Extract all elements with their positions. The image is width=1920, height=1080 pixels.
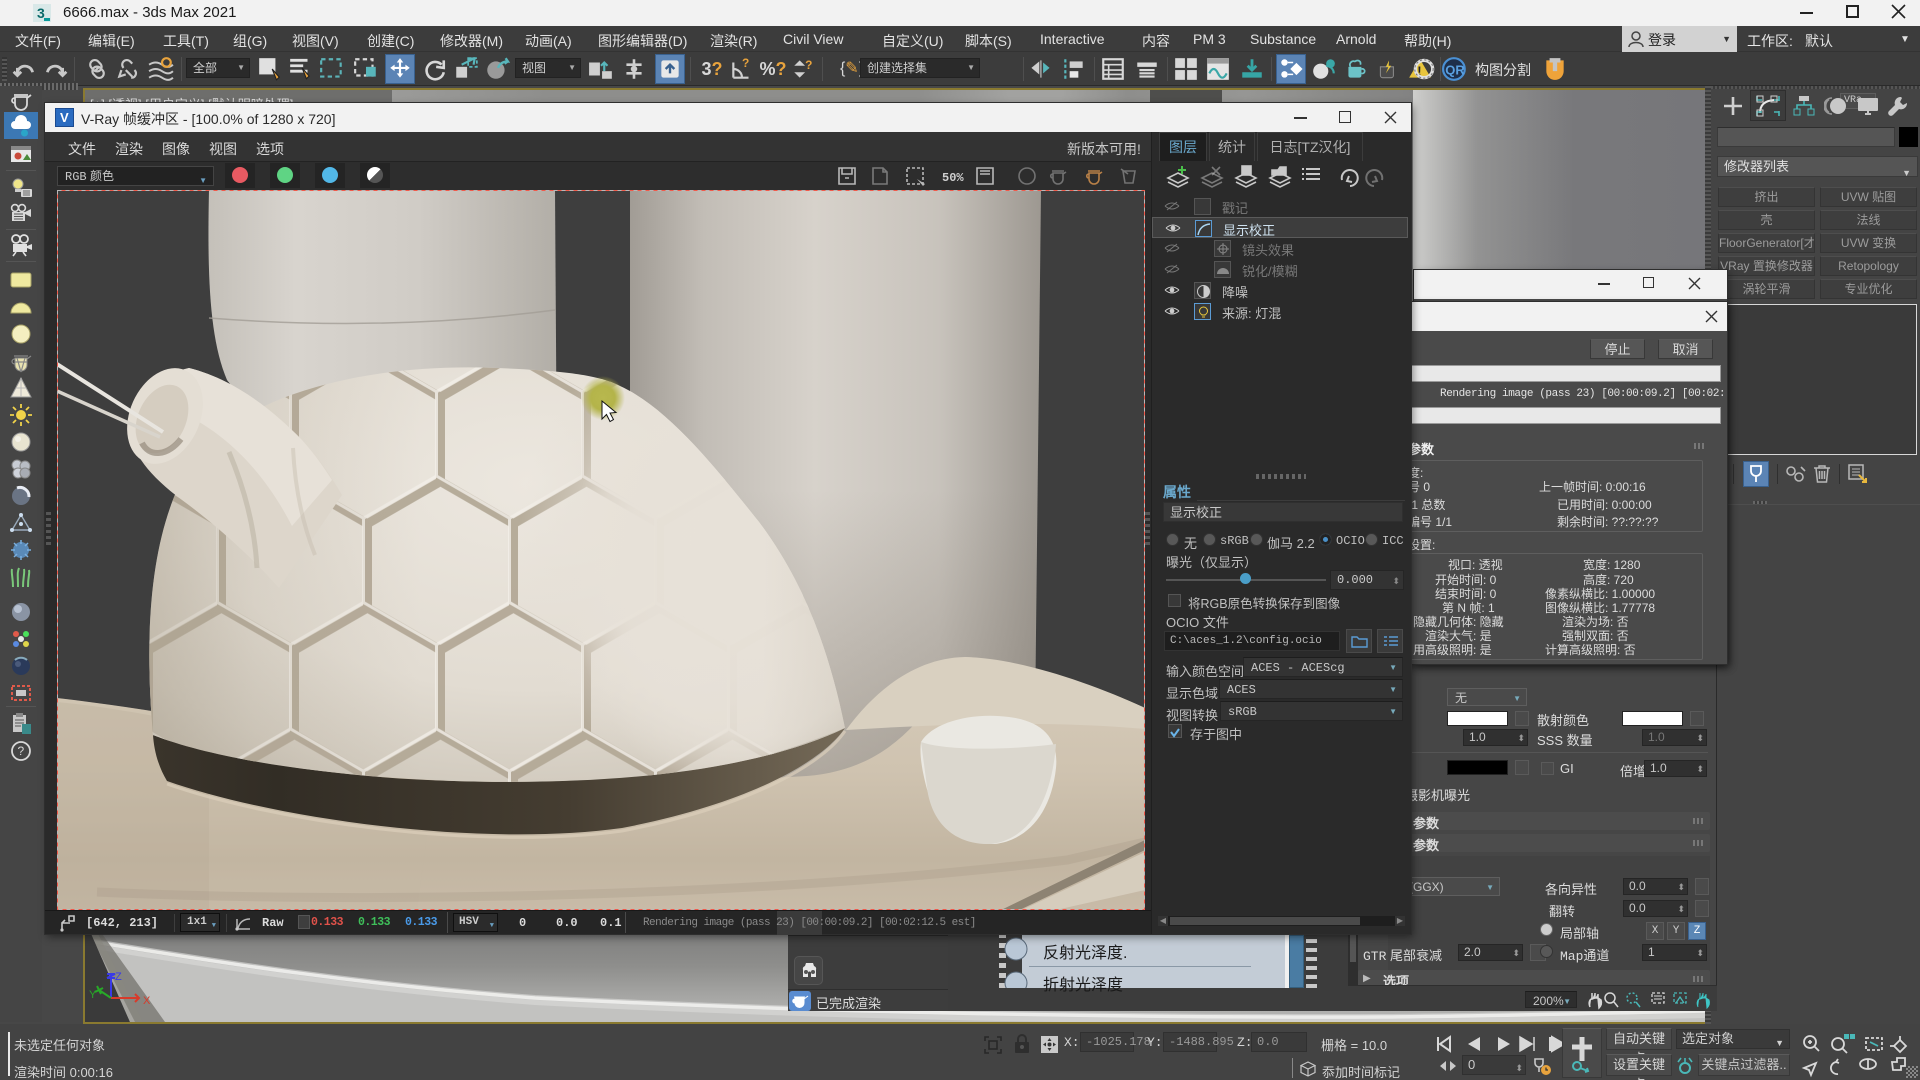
svg-text:Z: Z [115,971,122,983]
svg-text:?: ? [742,56,749,70]
svg-text:?: ? [18,744,25,758]
svg-text:3: 3 [37,5,45,21]
svg-text:50%: 50% [942,171,964,185]
svg-text:Y: Y [89,989,97,1001]
svg-text:QR: QR [1445,62,1465,77]
svg-text:?: ? [805,58,812,72]
svg-text:X: X [143,995,151,1007]
